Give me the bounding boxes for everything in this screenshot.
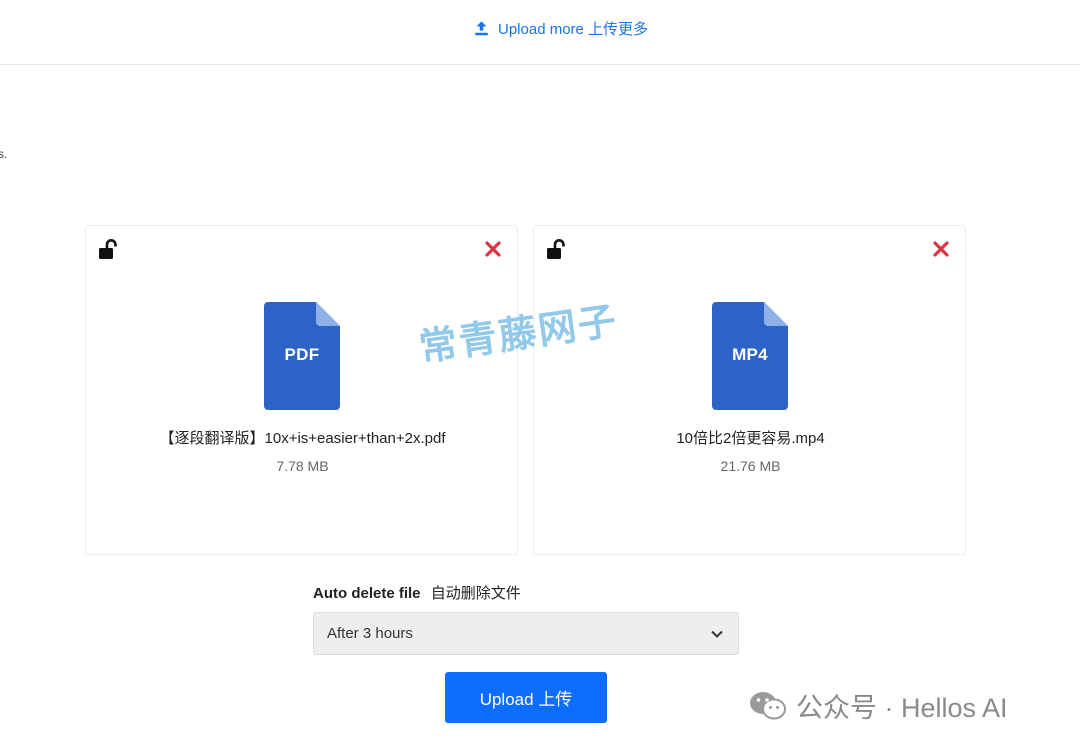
upload-more-link[interactable]: Upload more 上传更多 bbox=[473, 18, 648, 39]
chevron-down-icon bbox=[711, 630, 723, 638]
file-size: 21.76 MB bbox=[720, 458, 781, 474]
close-icon[interactable] bbox=[483, 239, 503, 259]
file-name: 【逐段翻译版】10x+is+easier+than+2x.pdf bbox=[159, 430, 446, 447]
file-card: PDF 【逐段翻译版】10x+is+easier+than+2x.pdf 7.7… bbox=[85, 225, 518, 555]
mp4-file-icon: MP4 bbox=[712, 302, 788, 410]
auto-delete-label-en: Auto delete file bbox=[313, 585, 421, 602]
auto-delete-select[interactable]: After 3 hours bbox=[313, 612, 739, 655]
wechat-icon bbox=[750, 691, 786, 719]
file-card: MP4 10倍比2倍更容易.mp4 21.76 MB bbox=[533, 225, 966, 555]
auto-delete-label: Auto delete file 自动删除文件 bbox=[313, 582, 521, 603]
upload-more-label: Upload more 上传更多 bbox=[498, 21, 649, 38]
auto-delete-label-zh: 自动删除文件 bbox=[430, 585, 521, 602]
file-type-label: PDF bbox=[284, 345, 320, 364]
file-size: 7.78 MB bbox=[276, 458, 329, 474]
truncated-text: s. bbox=[0, 147, 8, 161]
upload-icon bbox=[475, 21, 488, 36]
file-type-label: MP4 bbox=[732, 345, 768, 364]
file-upload-page: Upload more 上传更多 s. PDF 【逐段翻译版】10x+is+ea… bbox=[0, 0, 1080, 747]
auto-delete-selected-value: After 3 hours bbox=[327, 625, 413, 642]
upload-button[interactable]: Upload 上传 bbox=[445, 672, 607, 723]
file-name: 10倍比2倍更容易.mp4 bbox=[676, 430, 825, 447]
unlock-icon[interactable] bbox=[97, 238, 121, 262]
pdf-file-icon: PDF bbox=[264, 302, 340, 410]
top-bar: Upload more 上传更多 bbox=[0, 0, 1080, 65]
unlock-icon[interactable] bbox=[545, 238, 569, 262]
wechat-watermark: 公众号 · Hellos AI bbox=[748, 686, 1008, 725]
wechat-account-label: 公众号 · Hellos AI bbox=[796, 693, 1008, 723]
close-icon[interactable] bbox=[931, 239, 951, 259]
